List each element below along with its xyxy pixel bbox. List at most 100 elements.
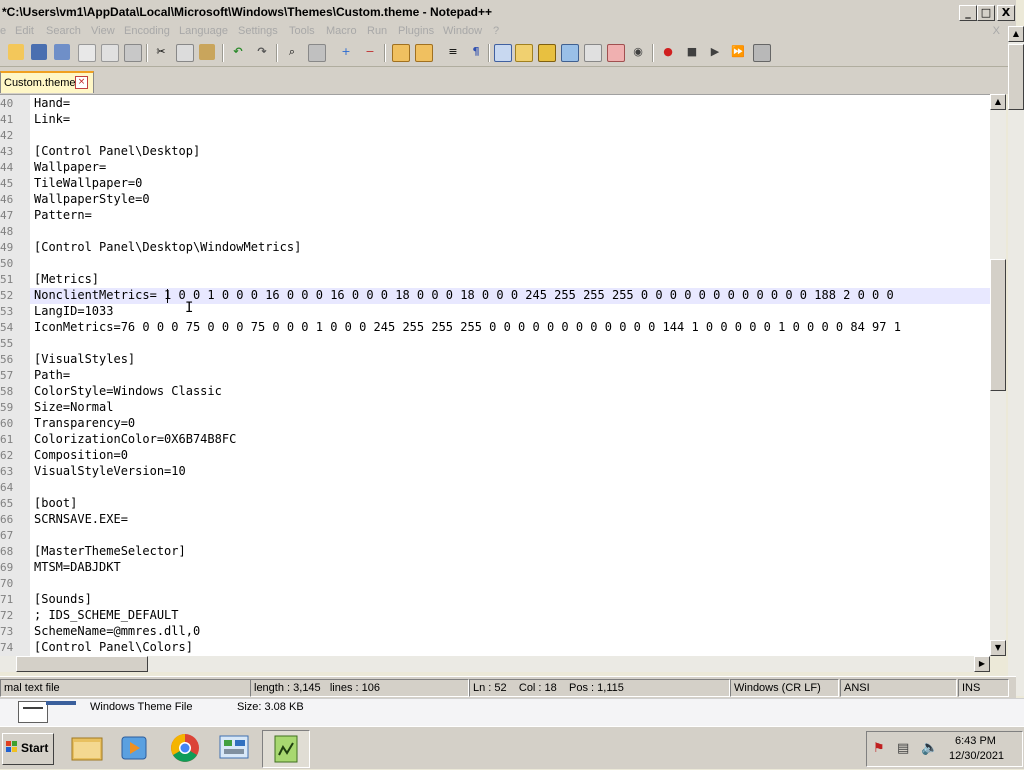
menu-help[interactable]: ? xyxy=(493,25,499,37)
code-line: SCRNSAVE.EXE= xyxy=(34,512,128,526)
replace-icon[interactable] xyxy=(308,44,326,62)
media-player-taskbar-icon[interactable] xyxy=(112,730,158,766)
copy-icon[interactable] xyxy=(176,44,194,62)
toolbar-separator xyxy=(384,44,386,62)
line-number: 40 xyxy=(0,97,14,110)
close-file-icon[interactable] xyxy=(78,44,96,62)
line-number: 41 xyxy=(0,113,14,126)
print-icon[interactable] xyxy=(124,44,142,62)
file-size: Size: 3.08 KB xyxy=(237,701,304,713)
editor-pane[interactable]: 40 Hand= 41 Link= 42 43 [Control Panel\Desktop… xyxy=(0,94,990,657)
line-number: 73 xyxy=(0,625,14,638)
tab-bar: Custom.theme × xyxy=(0,67,1016,94)
clock-date[interactable]: 12/30/2021 xyxy=(949,750,1004,762)
outer-scroll-up-icon[interactable]: ▲ xyxy=(1008,26,1024,42)
minimize-button[interactable]: _ xyxy=(959,5,977,21)
menu-settings[interactable]: Settings xyxy=(238,25,278,37)
sync-horizontal-icon[interactable] xyxy=(415,44,433,62)
title-bar[interactable]: *C:\Users\vm1\AppData\Local\Microsoft\Wi… xyxy=(0,0,1016,25)
stop-macro-icon[interactable]: ■ xyxy=(684,44,700,60)
status-filetype: mal text file xyxy=(0,679,251,697)
menu-file[interactable]: e xyxy=(0,25,6,37)
vertical-scroll-thumb[interactable] xyxy=(990,259,1006,391)
vertical-scrollbar[interactable]: ▲ ▼ xyxy=(990,94,1006,656)
code-line: [MasterThemeSelector] xyxy=(34,544,186,558)
network-icon[interactable]: ▤ xyxy=(897,741,909,756)
line-number: 50 xyxy=(0,257,14,270)
tab-close-icon[interactable]: × xyxy=(75,76,88,89)
window-title: *C:\Users\vm1\AppData\Local\Microsoft\Wi… xyxy=(2,5,492,19)
save-macro-icon[interactable] xyxy=(753,44,771,62)
line-number: 48 xyxy=(0,225,14,238)
explorer-taskbar-icon[interactable] xyxy=(64,730,110,766)
line-number: 61 xyxy=(0,433,14,446)
indent-guide-icon[interactable] xyxy=(494,44,512,62)
clock-time[interactable]: 6:43 PM xyxy=(955,735,996,747)
close-button[interactable]: X xyxy=(997,5,1015,21)
horizontal-scroll-thumb[interactable] xyxy=(16,656,148,672)
play-macro-icon[interactable]: ▶ xyxy=(707,44,723,60)
run-macro-multiple-icon[interactable]: ⏩ xyxy=(730,44,746,60)
close-all-icon[interactable] xyxy=(101,44,119,62)
code-line: IconMetrics=76 0 0 0 75 0 0 0 75 0 0 0 1… xyxy=(34,320,901,334)
menu-tools[interactable]: Tools xyxy=(289,25,315,37)
chrome-taskbar-icon[interactable] xyxy=(162,730,208,766)
toolbar-separator xyxy=(488,44,490,62)
word-wrap-icon[interactable]: ≡ xyxy=(445,44,461,60)
paste-icon[interactable] xyxy=(199,44,215,60)
undo-icon[interactable]: ↶ xyxy=(230,44,246,60)
save-all-icon[interactable] xyxy=(54,44,70,60)
eye-icon[interactable]: ◉ xyxy=(630,44,646,60)
control-panel-taskbar-icon[interactable] xyxy=(212,730,258,766)
close-document-button[interactable]: X xyxy=(993,25,1000,37)
line-number: 52 xyxy=(0,289,14,302)
menu-window[interactable]: Window xyxy=(443,25,482,37)
tab-custom-theme[interactable]: Custom.theme × xyxy=(0,71,94,93)
volume-icon[interactable]: 🔈 xyxy=(921,740,938,756)
show-all-chars-icon[interactable]: ¶ xyxy=(468,44,484,60)
scroll-right-icon[interactable]: ▶ xyxy=(974,656,990,672)
line-number: 57 xyxy=(0,369,14,382)
menu-macro[interactable]: Macro xyxy=(326,25,357,37)
menu-plugins[interactable]: Plugins xyxy=(398,25,434,37)
redo-icon[interactable]: ↷ xyxy=(254,44,270,60)
zoom-in-icon[interactable]: + xyxy=(338,44,354,60)
record-macro-icon[interactable]: ● xyxy=(660,44,676,60)
start-button[interactable]: Start xyxy=(2,733,54,765)
scroll-down-icon[interactable]: ▼ xyxy=(990,640,1006,656)
save-icon[interactable] xyxy=(31,44,47,60)
menu-run[interactable]: Run xyxy=(367,25,387,37)
folder-workspace-icon[interactable] xyxy=(584,44,602,62)
code-line: [Sounds] xyxy=(34,592,92,606)
function-list-icon[interactable] xyxy=(561,44,579,62)
code-line: Hand= xyxy=(34,96,71,110)
menu-language[interactable]: Language xyxy=(179,25,228,37)
outer-scroll-thumb[interactable] xyxy=(1008,44,1024,110)
windows-flag-icon xyxy=(6,741,17,752)
sync-vertical-icon[interactable] xyxy=(392,44,410,62)
menu-encoding[interactable]: Encoding xyxy=(124,25,170,37)
code-line: LangID=1033 xyxy=(34,304,114,318)
line-number: 64 xyxy=(0,481,14,494)
scroll-up-icon[interactable]: ▲ xyxy=(990,94,1006,110)
user-language-icon[interactable] xyxy=(515,44,533,62)
find-icon[interactable]: ⌕ xyxy=(284,44,300,60)
tab-label: Custom.theme xyxy=(4,77,76,89)
status-lines: lines : 106 xyxy=(329,682,380,694)
code-line: Path= xyxy=(34,368,71,382)
menu-edit[interactable]: Edit xyxy=(15,25,34,37)
notepadpp-taskbar-icon[interactable] xyxy=(262,730,310,768)
zoom-out-icon[interactable]: − xyxy=(362,44,378,60)
line-number: 70 xyxy=(0,577,14,590)
cut-icon[interactable]: ✂ xyxy=(153,44,169,60)
outer-vertical-scrollbar[interactable]: ▲ xyxy=(1008,26,1024,696)
monitoring-icon[interactable] xyxy=(607,44,625,62)
menu-view[interactable]: View xyxy=(91,25,115,37)
action-center-icon[interactable]: ⚑ xyxy=(873,741,885,756)
maximize-button[interactable]: □ xyxy=(977,5,995,21)
code-line: WallpaperStyle=0 xyxy=(34,192,150,206)
open-icon[interactable] xyxy=(8,44,24,60)
doc-map-icon[interactable] xyxy=(538,44,556,62)
menu-search[interactable]: Search xyxy=(46,25,81,37)
horizontal-scrollbar[interactable]: ▶ xyxy=(0,656,990,672)
